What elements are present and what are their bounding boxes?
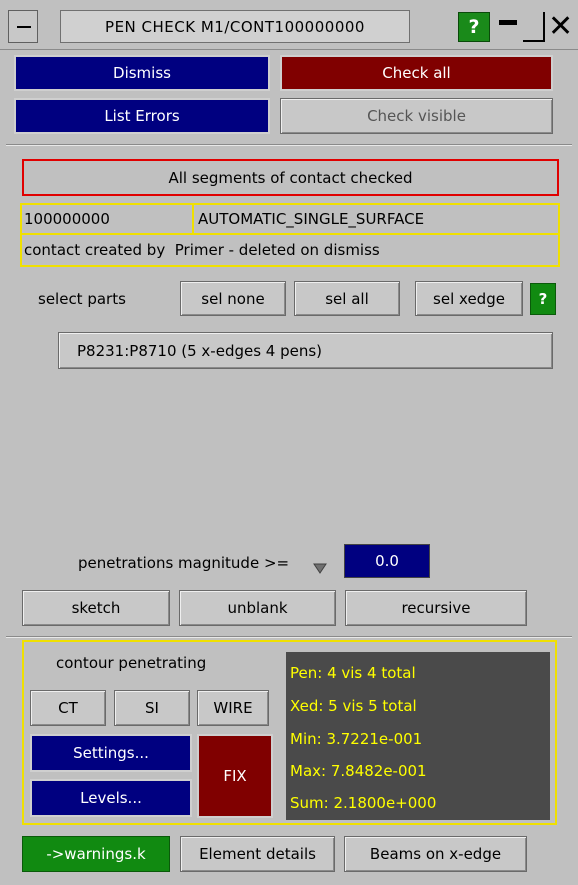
status-message: All segments of contact checked bbox=[22, 159, 559, 196]
stat-max: Max: 7.8482e-001 bbox=[290, 762, 427, 780]
close-icon[interactable]: ✕ bbox=[548, 10, 578, 44]
contour-title: contour penetrating bbox=[56, 654, 207, 672]
stats-panel: Pen: 4 vis 4 total Xed: 5 vis 5 total Mi… bbox=[286, 652, 550, 820]
beams-on-xedge-button[interactable]: Beams on x-edge bbox=[344, 836, 527, 872]
maximize-icon[interactable] bbox=[523, 12, 545, 42]
check-all-button[interactable]: Check all bbox=[280, 55, 553, 91]
dismiss-button[interactable]: Dismiss bbox=[14, 55, 270, 91]
window-menu-button[interactable] bbox=[8, 10, 38, 43]
penetrations-magnitude-input[interactable]: 0.0 bbox=[344, 544, 430, 578]
levels-button[interactable]: Levels... bbox=[30, 779, 192, 817]
penetrations-label: penetrations magnitude >= bbox=[78, 554, 290, 572]
help-button[interactable]: ? bbox=[458, 12, 490, 42]
wire-button[interactable]: WIRE bbox=[197, 690, 269, 726]
window-title: PEN CHECK M1/CONT100000000 bbox=[60, 10, 410, 43]
warnings-button[interactable]: ->warnings.k bbox=[22, 836, 170, 872]
sel-xedge-button[interactable]: sel xedge bbox=[415, 281, 523, 316]
select-parts-help-button[interactable]: ? bbox=[530, 283, 556, 315]
si-button[interactable]: SI bbox=[114, 690, 190, 726]
unblank-button[interactable]: unblank bbox=[179, 590, 336, 626]
recursive-button[interactable]: recursive bbox=[345, 590, 527, 626]
divider bbox=[6, 636, 572, 638]
list-item[interactable]: P8231:P8710 (5 x-edges 4 pens) bbox=[58, 332, 553, 369]
fix-button[interactable]: FIX bbox=[197, 734, 273, 818]
contour-panel: contour penetrating CT SI WIRE Settings.… bbox=[22, 640, 557, 825]
stat-sum: Sum: 2.1800e+000 bbox=[290, 794, 437, 812]
element-details-button[interactable]: Element details bbox=[180, 836, 335, 872]
contact-note: contact created by Primer - deleted on d… bbox=[24, 241, 380, 259]
divider bbox=[6, 144, 572, 146]
contact-info-box: 100000000 AUTOMATIC_SINGLE_SURFACE conta… bbox=[20, 203, 560, 267]
settings-button[interactable]: Settings... bbox=[30, 734, 192, 772]
check-visible-button[interactable]: Check visible bbox=[280, 98, 553, 134]
menu-icon bbox=[17, 26, 31, 28]
minimize-icon[interactable] bbox=[497, 12, 519, 42]
sel-all-button[interactable]: sel all bbox=[294, 281, 400, 316]
arrow-down-icon bbox=[312, 560, 328, 576]
sel-none-button[interactable]: sel none bbox=[180, 281, 286, 316]
stat-min: Min: 3.7221e-001 bbox=[290, 730, 423, 748]
title-bar: PEN CHECK M1/CONT100000000 ? ✕ bbox=[0, 0, 578, 50]
ct-button[interactable]: CT bbox=[30, 690, 106, 726]
list-errors-button[interactable]: List Errors bbox=[14, 98, 270, 134]
contact-type: AUTOMATIC_SINGLE_SURFACE bbox=[194, 205, 558, 235]
stat-pen: Pen: 4 vis 4 total bbox=[290, 664, 416, 682]
sketch-button[interactable]: sketch bbox=[22, 590, 170, 626]
contact-id: 100000000 bbox=[22, 205, 194, 235]
stat-xed: Xed: 5 vis 5 total bbox=[290, 697, 417, 715]
select-parts-label: select parts bbox=[38, 290, 126, 308]
